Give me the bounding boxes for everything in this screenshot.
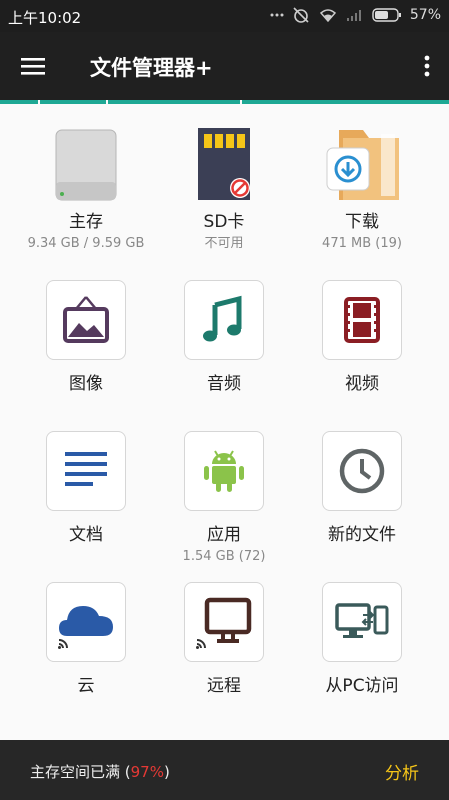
category-label: 音频 [207,374,241,394]
storage-label: 下载 [345,212,379,232]
film-icon [344,297,380,343]
cloud-icon [58,606,113,649]
sd-card-icon [174,124,274,204]
ellipsis-icon [270,12,284,18]
storage-status: 不可用 [204,236,244,251]
category-label: 图像 [69,374,103,394]
warning-prefix: 主存空间已满 ( [30,763,131,781]
download-size: 471 MB (19) [322,236,402,251]
alarm-off-icon [292,6,310,24]
app-bar: 文件管理器+ [0,32,449,100]
category-cloud[interactable]: 云 [16,582,156,696]
tab-indicator [0,100,449,104]
analyze-button[interactable]: 分析 [385,759,419,784]
category-label: 从PC访问 [325,676,399,696]
hamburger-icon [21,58,45,75]
tile [322,280,402,360]
category-label: 视频 [345,374,379,394]
app-title: 文件管理器+ [90,56,213,80]
pc-to-phone-icon [335,603,389,638]
storage-item-downloads[interactable]: 下载 471 MB (19) [292,124,432,251]
tile [46,582,126,662]
tile [184,582,264,662]
tile [322,582,402,662]
category-label: 新的文件 [328,525,396,545]
warning-suffix: ) [163,763,170,781]
storage-item-sd[interactable]: SD卡 不可用 [154,124,294,251]
image-icon [63,296,109,343]
category-video[interactable]: 视频 [292,280,432,394]
category-label: 文档 [69,525,103,545]
tile [46,431,126,511]
hard-drive-icon [36,124,136,204]
android-icon [204,450,244,492]
category-remote[interactable]: 远程 [154,582,294,696]
document-lines-icon [65,452,107,486]
overflow-menu-button[interactable] [415,46,439,86]
category-audio[interactable]: 音频 [154,280,294,394]
category-pc-access[interactable]: 从PC访问 [292,582,432,696]
menu-button[interactable] [12,46,54,86]
clock-icon [339,448,385,494]
category-label: 应用 [207,525,241,545]
category-documents[interactable]: 文档 [16,431,156,545]
storage-warning-message: 主存空间已满 (97%) [30,761,170,782]
storage-item-main[interactable]: 主存 9.34 GB / 9.59 GB [16,124,156,251]
status-icons: 57% [270,6,441,24]
category-label: 远程 [207,676,241,696]
warning-percent: 97% [130,763,164,781]
status-bar: 上午10:02 57% [0,0,449,32]
category-recent-files[interactable]: 新的文件 [292,431,432,545]
download-folder-icon [312,124,412,204]
tile [46,280,126,360]
wifi-icon [318,7,338,23]
battery-percent: 57% [409,7,441,23]
indicator-gap [240,100,242,104]
category-label: 云 [77,676,95,696]
category-images[interactable]: 图像 [16,280,156,394]
storage-usage: 9.34 GB / 9.59 GB [27,236,145,251]
indicator-gap [106,100,108,104]
indicator-gap [38,100,40,104]
tile [184,431,264,511]
storage-label: 主存 [69,212,103,232]
status-time: 上午10:02 [8,9,82,27]
tile [322,431,402,511]
music-note-icon [203,295,242,342]
monitor-icon [196,597,252,649]
storage-label: SD卡 [203,212,245,232]
battery-icon [372,8,402,22]
signal-off-icon [346,8,364,22]
apps-size: 1.54 GB (72) [182,549,266,564]
category-apps[interactable]: 应用 1.54 GB (72) [154,431,294,564]
more-vert-icon [424,55,430,77]
tile [184,280,264,360]
storage-warning-bar: 主存空间已满 (97%) 分析 [0,740,449,800]
